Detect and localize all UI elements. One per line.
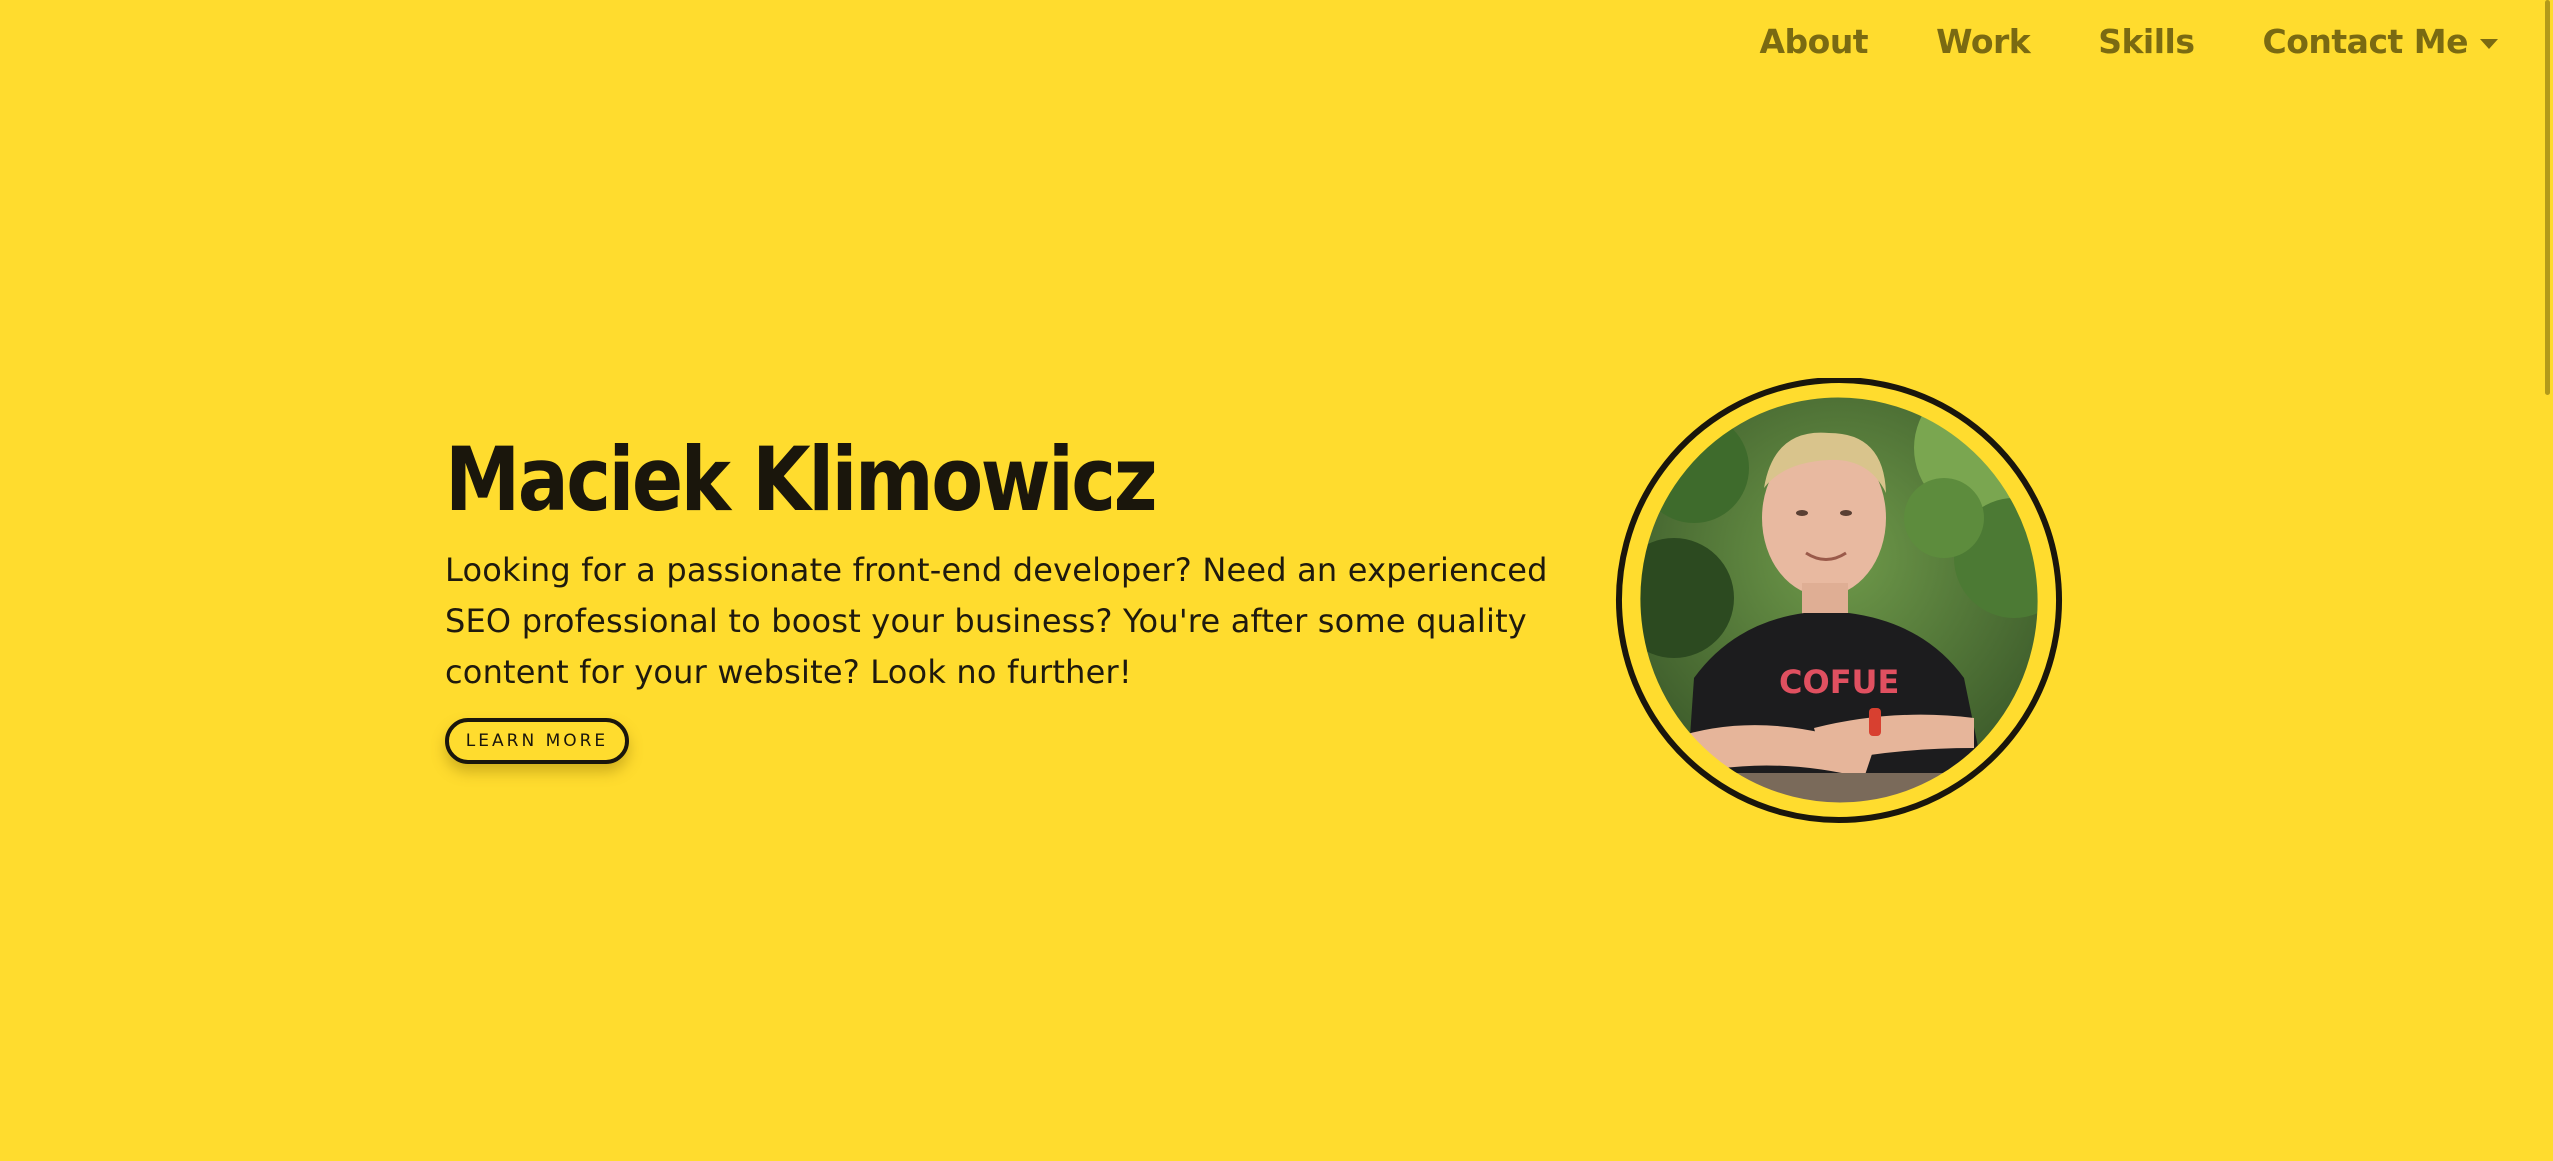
main-nav: About Work Skills Contact Me [1759,22,2498,61]
hero-name-heading: Maciek Klimowicz [445,428,1158,531]
nav-contact-dropdown[interactable]: Contact Me [2263,22,2498,61]
shirt-print: COFUE [1779,663,1899,701]
profile-avatar: COFUE [1614,378,2064,825]
nav-about-link[interactable]: About [1759,22,1868,61]
learn-more-button[interactable]: LEARN MORE [445,718,629,764]
nav-contact-label: Contact Me [2262,22,2469,61]
page-scrollbar[interactable] [2539,0,2553,1161]
nav-skills-link[interactable]: Skills [2098,22,2195,61]
scrollbar-thumb[interactable] [2545,0,2550,395]
caret-down-icon [2480,38,2498,49]
profile-photo: COFUE [1614,378,2064,825]
nav-work-link[interactable]: Work [1936,22,2031,61]
hero-description: Looking for a passionate front-end devel… [445,551,1548,691]
hero-section: Maciek Klimowicz Looking for a passionat… [445,425,1585,764]
